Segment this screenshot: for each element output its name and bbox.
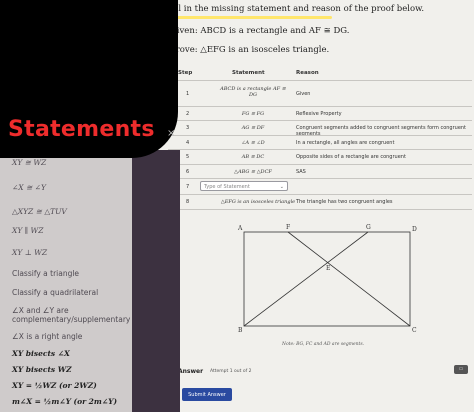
- statement-cell: ABCD is a rectangle AF ≅ DG: [220, 86, 286, 98]
- table-row: 5 AB ≅ DC Opposite sides of a rectangle …: [168, 149, 472, 165]
- statement-cell: △EFG is an isosceles triangle: [220, 199, 296, 205]
- statement-type-dropdown[interactable]: Type of Statement ⌄: [200, 181, 288, 191]
- label-e: E: [326, 265, 330, 272]
- statement-chip[interactable]: ∠X ≅ ∠Y: [6, 181, 52, 196]
- statement-chip[interactable]: XY = ½WZ (or 2WZ): [6, 379, 103, 394]
- statement-cell: ∠A ≅ ∠D: [241, 140, 265, 146]
- statement-chip[interactable]: XY bisects ∠X: [6, 347, 76, 362]
- prove-text: Prove: △EFG is an isosceles triangle.: [170, 45, 330, 55]
- step-number: 6: [186, 169, 190, 175]
- step-number: 5: [186, 154, 190, 160]
- header-step: Step: [178, 70, 193, 76]
- reason-cell: In a rectangle, all angles are congruent: [296, 140, 395, 146]
- label-b: B: [238, 327, 243, 334]
- statement-cell: AG ≅ DF: [241, 125, 265, 131]
- statement-chip[interactable]: ∠X is a right angle: [6, 330, 88, 345]
- statement-chip[interactable]: Classify a triangle: [6, 267, 85, 282]
- statement-chip[interactable]: XY ≅ WZ: [6, 156, 52, 171]
- reason-cell: Reflexive Property: [296, 111, 342, 117]
- statements-title: Statements: [8, 117, 155, 142]
- reason-cell: The triangle has two congruent angles: [296, 199, 393, 205]
- step-number: 2: [186, 111, 190, 117]
- reason-cell: SAS: [296, 169, 306, 175]
- keyboard-icon[interactable]: ▭: [454, 365, 468, 374]
- statement-chip[interactable]: Classify a quadrilateral: [6, 286, 104, 301]
- label-f: F: [286, 224, 290, 231]
- statement-chip[interactable]: XY bisects WZ: [6, 363, 78, 378]
- panel-divider-strip: [132, 150, 180, 412]
- header-reason: Reason: [296, 70, 319, 76]
- step-number: 4: [186, 140, 190, 146]
- given-text: Given: ABCD is a rectangle and AF ≅ DG.: [170, 26, 350, 36]
- rectangle-abcd: [243, 231, 411, 327]
- table-row: 6 △ABG ≅ △DCF SAS: [168, 164, 472, 179]
- diagram-note: Note: BG, FC and AD are segments.: [282, 342, 365, 347]
- submit-answer-button[interactable]: Submit Answer: [182, 388, 232, 401]
- statement-chip[interactable]: ∠X and ∠Y are complementary/supplementar…: [6, 304, 130, 327]
- reason-cell: Opposite sides of a rectangle are congru…: [296, 154, 406, 160]
- table-row: 3 AG ≅ DF Congruent segments added to co…: [168, 120, 472, 137]
- statement-cell: △ABG ≅ △DCF: [234, 169, 272, 175]
- chevron-down-icon: ⌄: [279, 184, 284, 190]
- statement-chip[interactable]: XY ⊥ WZ: [6, 246, 53, 261]
- table-row: 8 △EFG is an isosceles triangle The tria…: [168, 194, 472, 210]
- label-g: G: [366, 224, 371, 231]
- step-number: 7: [186, 184, 190, 190]
- attempt-counter: Attempt 1 out of 2: [210, 369, 252, 374]
- table-row: 2 FG ≅ FG Reflexive Property: [168, 106, 472, 121]
- label-a: A: [237, 225, 243, 232]
- statement-chip[interactable]: XY ∥ WZ: [6, 224, 49, 239]
- label-c: C: [412, 327, 417, 334]
- close-icon[interactable]: ×: [167, 128, 175, 139]
- dropdown-placeholder: Type of Statement: [204, 184, 250, 190]
- instruction-highlight: [152, 16, 332, 19]
- worksheet-panel: Fill in the missing statement and reason…: [132, 0, 474, 412]
- statement-cell: AB ≅ DC: [241, 154, 265, 160]
- statement-chip[interactable]: △XYZ ≅ △TUV: [6, 205, 73, 220]
- step-number: 8: [186, 199, 190, 205]
- reason-cell: Given: [296, 91, 311, 97]
- statement-chip[interactable]: m∠X = ½m∠Y (or 2m∠Y): [6, 395, 123, 410]
- answer-label: Answer: [178, 368, 204, 375]
- step-number: 3: [186, 125, 190, 131]
- rectangle-diagram: A F G D E B C: [237, 224, 417, 334]
- label-d: D: [412, 226, 417, 233]
- table-row: 1 ABCD is a rectangle AF ≅ DG Given: [168, 80, 472, 107]
- step-number: 1: [186, 91, 190, 97]
- header-statement: Statement: [232, 70, 265, 76]
- statement-cell: FG ≅ FG: [241, 111, 265, 117]
- table-row: 4 ∠A ≅ ∠D In a rectangle, all angles are…: [168, 135, 472, 150]
- statements-panel: XY ≅ WZ ∠X ≅ ∠Y △XYZ ≅ △TUV XY ∥ WZ XY ⊥…: [0, 150, 132, 412]
- instruction-text: Fill in the missing statement and reason…: [167, 4, 425, 14]
